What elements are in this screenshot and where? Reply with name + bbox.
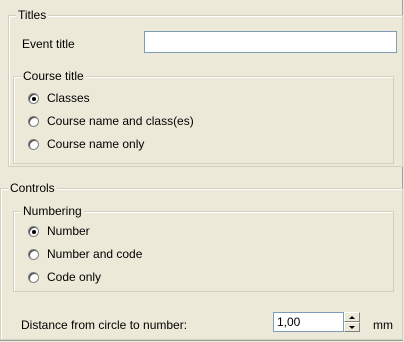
radio-course-name-only-label: Course name only <box>47 137 145 151</box>
titles-group: Titles Event title Course title Classes … <box>8 8 403 167</box>
radio-classes[interactable]: Classes <box>28 90 90 106</box>
radio-indicator <box>28 225 39 237</box>
radio-classes-label: Classes <box>47 91 90 105</box>
controls-group: Controls Numbering Number Number and cod… <box>0 181 403 340</box>
distance-input[interactable]: 1,00 <box>273 312 344 332</box>
spin-down-button[interactable] <box>344 322 360 332</box>
spin-up-button[interactable] <box>344 312 360 322</box>
arrow-up-icon <box>349 315 355 319</box>
radio-course-name-and-classes-label: Course name and class(es) <box>47 114 194 128</box>
numbering-legend: Numbering <box>21 204 84 218</box>
titles-legend: Titles <box>16 8 49 22</box>
radio-number-label: Number <box>47 224 90 238</box>
numbering-group: Numbering Number Number and code Code on… <box>13 204 394 292</box>
radio-number-and-code[interactable]: Number and code <box>28 246 142 262</box>
options-panel: Titles Event title Course title Classes … <box>0 0 403 341</box>
radio-indicator <box>28 115 39 127</box>
distance-label: Distance from circle to number: <box>21 318 188 332</box>
radio-indicator <box>28 138 39 150</box>
radio-indicator <box>28 271 39 283</box>
event-title-input[interactable] <box>144 31 397 53</box>
course-title-group: Course title Classes Course name and cla… <box>13 69 394 164</box>
radio-course-name-and-classes[interactable]: Course name and class(es) <box>28 113 194 129</box>
radio-number-and-code-label: Number and code <box>47 247 143 261</box>
course-title-legend: Course title <box>21 69 86 83</box>
radio-code-only[interactable]: Code only <box>28 269 101 285</box>
radio-code-only-label: Code only <box>47 270 102 284</box>
radio-course-name-only[interactable]: Course name only <box>28 136 144 152</box>
radio-indicator <box>28 248 39 260</box>
controls-legend: Controls <box>8 181 57 195</box>
radio-number[interactable]: Number <box>28 223 90 239</box>
distance-unit: mm <box>373 318 393 332</box>
arrow-down-icon <box>349 325 355 329</box>
event-title-label: Event title <box>22 37 75 51</box>
radio-indicator <box>28 92 39 104</box>
